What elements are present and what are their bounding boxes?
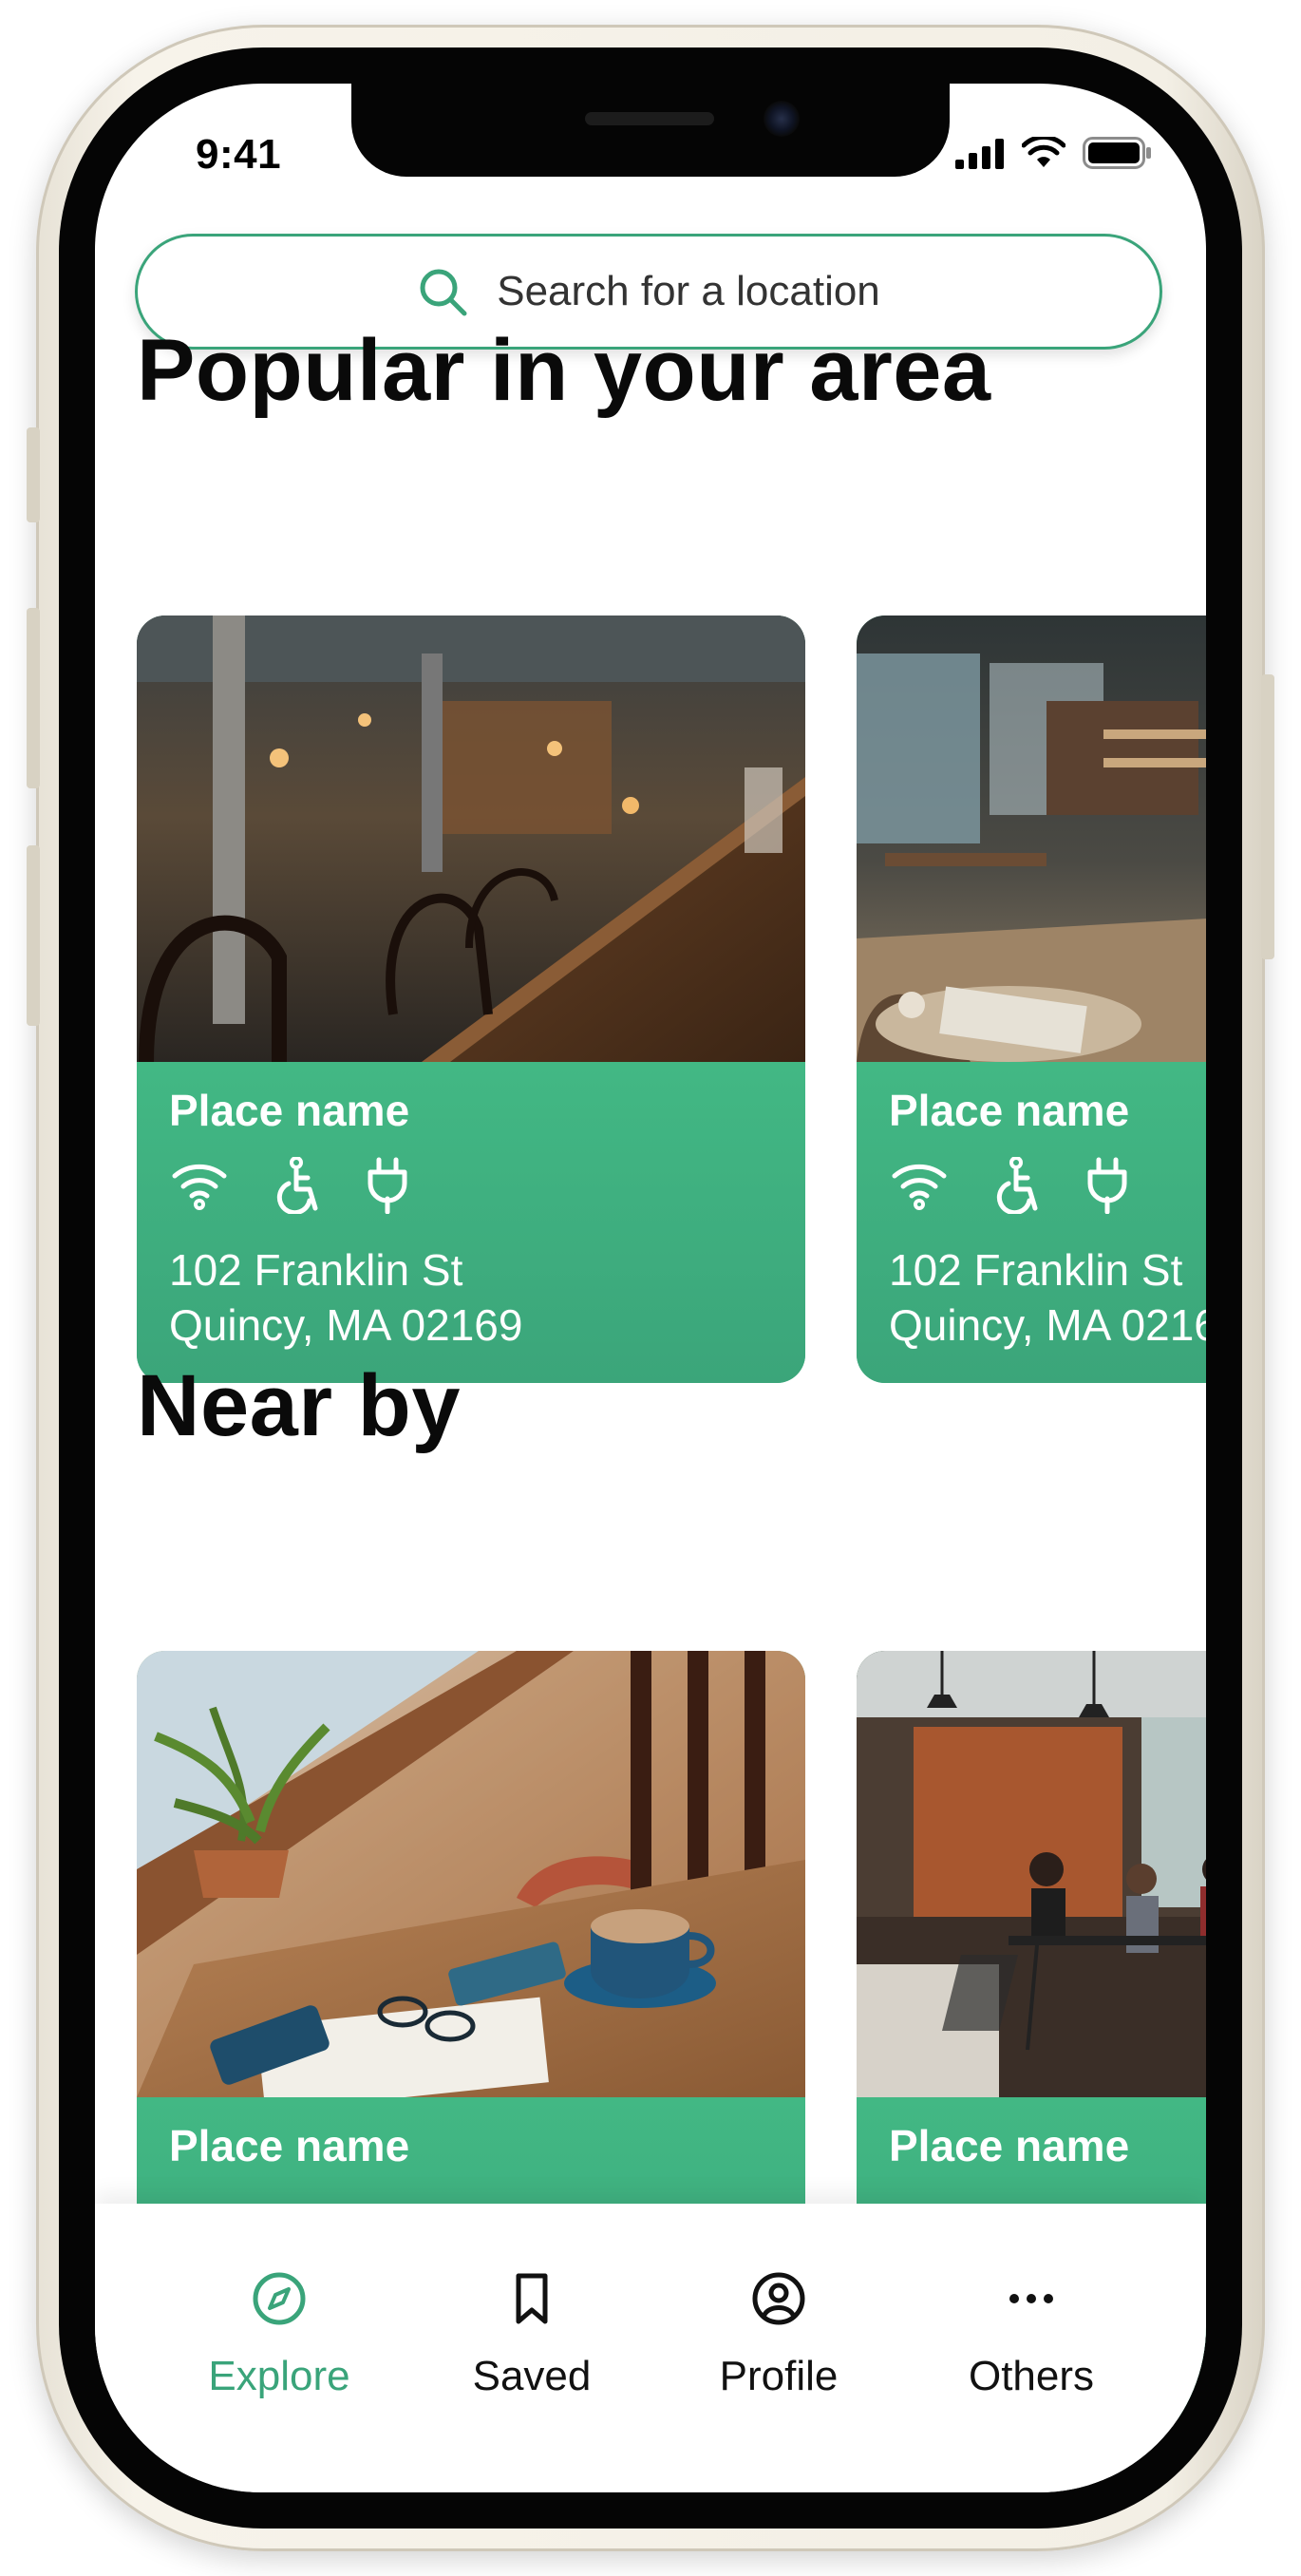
power-button xyxy=(1261,674,1274,959)
wifi-status-icon xyxy=(1022,137,1065,167)
notch xyxy=(351,84,950,177)
volume-down-button xyxy=(27,845,40,1026)
address-line-2: Quincy, MA 02169 xyxy=(889,1300,1206,1350)
wifi-icon xyxy=(172,1164,227,1210)
place-name: Place name xyxy=(889,2121,1130,2170)
place-address: 102 Franklin St Quincy, MA 02169 xyxy=(169,1242,522,1353)
section-title-popular: Popular in your area xyxy=(137,322,991,419)
wifi-icon xyxy=(892,1164,947,1210)
address-line-2: Quincy, MA 02169 xyxy=(169,1300,523,1350)
place-name: Place name xyxy=(169,2121,410,2170)
coffee-table-photo xyxy=(137,1651,805,2097)
battery-icon xyxy=(1083,137,1151,169)
amenities-row xyxy=(169,1157,408,1214)
search-icon xyxy=(420,269,467,316)
status-icons xyxy=(955,137,1153,169)
compass-icon xyxy=(253,2272,306,2325)
tab-profile[interactable]: Profile xyxy=(665,2270,893,2400)
app-screen: 9:41 Search for a location Popular in yo… xyxy=(95,84,1206,2492)
place-card[interactable]: Place name xyxy=(137,616,805,1383)
power-plug-icon xyxy=(368,1157,407,1214)
section-title-nearby: Near by xyxy=(137,1357,461,1454)
bookmark-icon xyxy=(516,2273,548,2324)
more-icon xyxy=(1009,2294,1053,2303)
silent-switch xyxy=(27,427,40,522)
power-plug-icon xyxy=(1087,1157,1127,1214)
accessible-icon xyxy=(996,1157,1038,1214)
status-time: 9:41 xyxy=(196,131,282,178)
earpiece-speaker xyxy=(585,112,714,125)
tab-label: Saved xyxy=(472,2353,592,2399)
tab-explore[interactable]: Explore xyxy=(165,2270,393,2400)
address-line-1: 102 Franklin St xyxy=(169,1245,463,1295)
tab-others[interactable]: Others xyxy=(917,2270,1145,2400)
front-camera xyxy=(764,101,800,137)
search-input[interactable]: Search for a location xyxy=(497,268,880,315)
bottom-tab-bar: Explore Saved Profile Others xyxy=(95,2204,1206,2492)
amenities-row xyxy=(889,1157,1128,1214)
tab-saved[interactable]: Saved xyxy=(418,2270,646,2400)
accessible-icon xyxy=(276,1157,318,1214)
busy-cafe-photo xyxy=(857,1651,1206,2097)
user-circle-icon xyxy=(752,2272,805,2325)
cafe-interior-photo xyxy=(137,616,805,1062)
address-line-1: 102 Franklin St xyxy=(889,1245,1183,1295)
cafe-interior-photo xyxy=(857,616,1206,1062)
tab-label: Profile xyxy=(719,2353,839,2399)
tab-label: Explore xyxy=(208,2353,350,2399)
place-name: Place name xyxy=(889,1086,1130,1135)
cellular-signal-icon xyxy=(955,139,1004,169)
volume-up-button xyxy=(27,608,40,788)
card-info: Place name xyxy=(857,1062,1206,1383)
tab-label: Others xyxy=(968,2353,1095,2399)
card-info: Place name xyxy=(137,1062,805,1383)
place-card[interactable]: Place name xyxy=(857,616,1206,1383)
place-name: Place name xyxy=(169,1086,410,1135)
place-address: 102 Franklin St Quincy, MA 02169 xyxy=(889,1242,1206,1353)
